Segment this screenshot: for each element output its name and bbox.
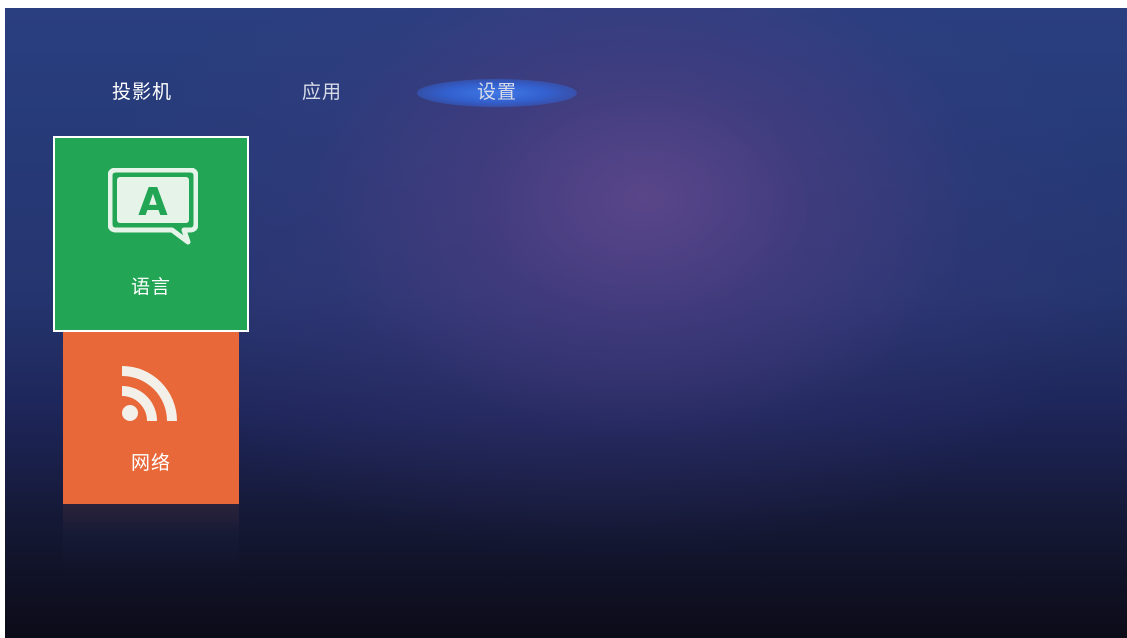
- tab-apps-label: 应用: [301, 81, 342, 103]
- tab-apps[interactable]: 应用: [247, 66, 397, 118]
- top-tab-bar: 投影机 应用 设置: [5, 66, 1127, 118]
- tab-settings-label: 设置: [476, 81, 517, 103]
- language-tile-label: 语言: [130, 276, 171, 298]
- tab-projector-label: 投影机: [111, 81, 172, 103]
- tab-settings[interactable]: 设置: [417, 70, 577, 114]
- language-icon-letter: A: [138, 180, 168, 224]
- language-icon: A: [108, 168, 198, 245]
- tab-projector[interactable]: 投影机: [77, 70, 207, 114]
- network-tile[interactable]: 网络: [63, 332, 239, 504]
- rss-icon: [122, 366, 177, 421]
- language-tile[interactable]: A 语言: [53, 136, 249, 332]
- network-tile-label: 网络: [130, 452, 171, 474]
- tile-reflection: [63, 504, 239, 578]
- screen: 投影机 应用 设置 A 语言 网络: [5, 8, 1127, 638]
